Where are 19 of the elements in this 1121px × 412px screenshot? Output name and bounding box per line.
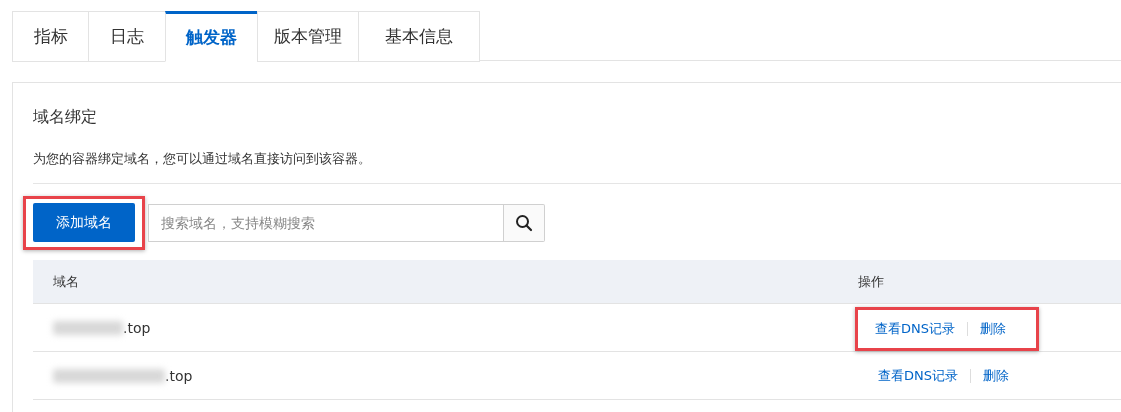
domain-text: .top bbox=[123, 319, 151, 336]
action-link[interactable]: 删除 bbox=[983, 366, 1009, 385]
search-icon bbox=[515, 214, 533, 232]
tab[interactable]: 基本信息 bbox=[358, 11, 480, 62]
section-title: 域名绑定 bbox=[33, 107, 98, 128]
action-link[interactable]: 删除 bbox=[980, 319, 1006, 338]
tab[interactable]: 指标 bbox=[12, 11, 88, 62]
search-field[interactable]: 搜索域名，支持模糊搜索 bbox=[148, 204, 504, 242]
tab[interactable]: 版本管理 bbox=[257, 11, 358, 62]
tab[interactable]: 日志 bbox=[88, 11, 165, 62]
search-button[interactable] bbox=[504, 204, 545, 242]
section-description: 为您的容器绑定域名，您可以通过域名直接访问到该容器。 bbox=[33, 150, 372, 168]
action-link[interactable]: 查看DNS记录 bbox=[875, 319, 955, 338]
domain-text: .top bbox=[165, 367, 193, 384]
add-domain-button[interactable]: 添加域名 bbox=[33, 203, 135, 242]
tab[interactable]: 触发器 bbox=[165, 11, 257, 62]
column-header: 域名 bbox=[52, 272, 80, 291]
action-link[interactable]: 查看DNS记录 bbox=[878, 366, 958, 385]
column-header: 操作 bbox=[858, 272, 885, 291]
